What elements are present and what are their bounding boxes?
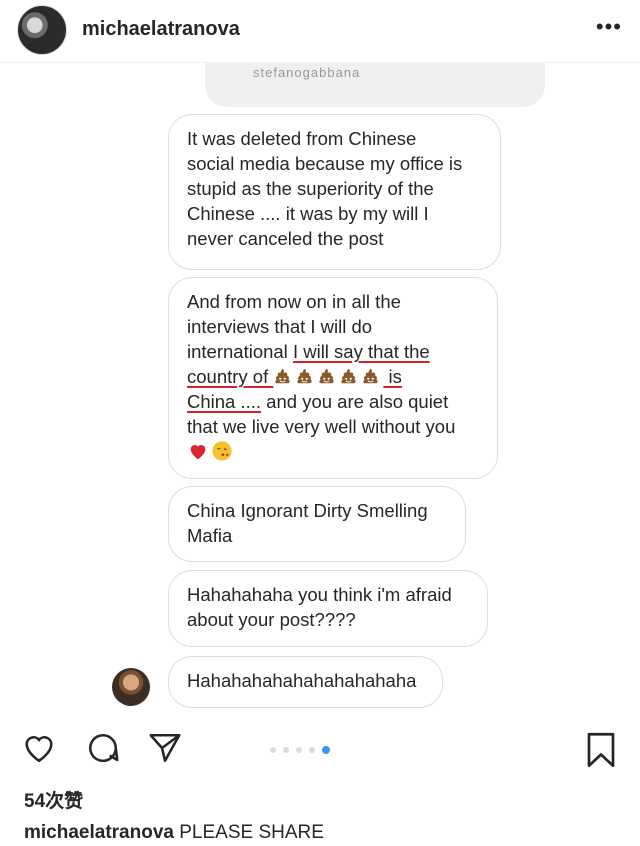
- message-bubble: Hahahahahahahahahahaha: [168, 656, 443, 708]
- carousel-dot: [309, 747, 315, 753]
- pile-of-poo-icon: [297, 368, 313, 384]
- avatar[interactable]: [17, 5, 67, 55]
- caption-username[interactable]: michaelatranova: [24, 822, 174, 843]
- bookmark-icon[interactable]: [583, 730, 619, 770]
- message-line: stupid as the superiority of the: [187, 178, 434, 199]
- message-line: never canceled the post: [187, 228, 384, 249]
- carousel-dot: [270, 747, 276, 753]
- sender-avatar: [112, 668, 150, 706]
- poop-emoji-row: [273, 366, 383, 387]
- message-line: China .... and you are also quiet: [187, 389, 479, 414]
- more-icon[interactable]: •••: [596, 14, 622, 40]
- message-bubble: Hahahahaha you think i'm afraid about yo…: [168, 570, 488, 647]
- message-line: And from now on in all the: [187, 291, 401, 312]
- message-line: country of is: [187, 364, 479, 389]
- post-header: michaelatranova •••: [0, 0, 640, 63]
- action-bar: [0, 722, 640, 782]
- carousel-dot: [296, 747, 302, 753]
- underlined-text: I will say that the: [292, 341, 430, 362]
- post-username[interactable]: michaelatranova: [82, 18, 240, 41]
- pile-of-poo-icon: [341, 368, 357, 384]
- message-bubble-partial: stefanogabbana: [205, 63, 545, 107]
- carousel-dot-active: [322, 746, 330, 754]
- message-line: interviews that I will do: [187, 316, 373, 337]
- carousel-dot: [283, 747, 289, 753]
- heart-icon[interactable]: [20, 730, 58, 766]
- message-line: Hahahahaha you think i'm afraid: [187, 584, 452, 605]
- pile-of-poo-icon: [363, 368, 379, 384]
- underlined-text: China ....: [187, 391, 262, 412]
- message-line: It was deleted from Chinese: [187, 128, 417, 149]
- pile-of-poo-icon: [275, 368, 291, 384]
- message-line: China Ignorant Dirty Smelling: [187, 500, 428, 521]
- message-text: international: [187, 341, 293, 362]
- caption: michaelatranova PLEASE SHARE: [24, 822, 324, 844]
- message-text: and you are also quiet: [261, 391, 449, 412]
- message-bubble: It was deleted from Chinese social media…: [168, 114, 501, 270]
- post-image: stefanogabbana It was deleted from Chine…: [0, 63, 640, 713]
- like-count[interactable]: 54次赞: [24, 786, 83, 813]
- message-bubble: And from now on in all the interviews th…: [168, 277, 498, 479]
- caption-text: PLEASE SHARE: [179, 822, 324, 843]
- message-line: Mafia: [187, 525, 233, 546]
- carousel-indicator: [270, 746, 330, 754]
- message-line: about your post????: [187, 609, 356, 630]
- message-text: country of: [187, 366, 274, 387]
- kiss-face-icon: [212, 441, 232, 461]
- message-line: Hahahahahahahahahahaha: [187, 670, 417, 691]
- message-line: that we live very well without you: [187, 416, 456, 437]
- message-line: social media because my office is: [187, 153, 463, 174]
- pile-of-poo-icon: [319, 368, 335, 384]
- emoji-line: [187, 439, 479, 464]
- message-line: international I will say that the: [187, 339, 479, 364]
- message-bubble: China Ignorant Dirty Smelling Mafia: [168, 486, 466, 562]
- send-icon[interactable]: [146, 730, 184, 766]
- red-heart-icon: [190, 445, 206, 460]
- comment-icon[interactable]: [84, 730, 122, 766]
- message-line: Chinese .... it was by my will I: [187, 203, 429, 224]
- message-text: stefanogabbana: [253, 65, 361, 80]
- message-text: is: [383, 366, 402, 387]
